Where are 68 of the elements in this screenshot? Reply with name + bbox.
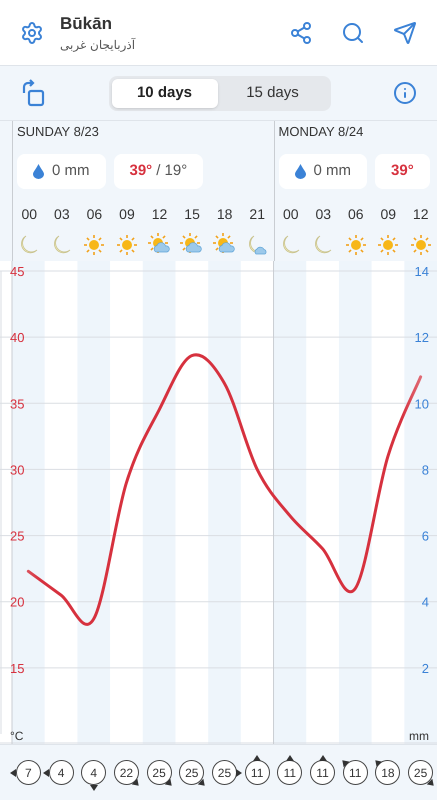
location-title: Būkān [60,12,113,35]
precipitation-unit: mm [409,729,429,743]
wind-speed: 25 [212,760,237,785]
precipitation-amount: 0 mm [314,160,352,181]
hour-label: 21 [249,204,265,224]
high-temperature: 39° [391,160,414,181]
hour-label: 09 [380,204,396,224]
temperature-axis-label: 30 [10,462,24,478]
sun-icon [344,233,368,257]
hour-label: 15 [184,204,200,224]
wind-speed: 18 [375,760,400,785]
temperature-axis-label: 45 [10,264,24,279]
wind-speed: 25 [146,760,172,785]
settings-icon[interactable] [20,20,44,44]
day-label: SUNDAY 8/23 [16,123,100,141]
low-temperature: / 19° [156,160,188,181]
wind-speed: 25 [408,760,434,785]
precipitation-axis-label: 2 [422,660,429,676]
temperature-axis-label: 40 [10,330,24,346]
range-tab[interactable]: 10 days [112,78,218,108]
precipitation-amount: 0 mm [52,160,90,181]
navigation-arrow-icon[interactable] [393,20,417,44]
rotate-screen-icon[interactable] [20,79,46,107]
precipitation-axis-label: 12 [414,330,429,346]
location-subtitle: آذربایجان غربی [60,37,136,54]
wind-speed: 11 [310,760,336,785]
hour-label: 03 [315,204,332,224]
hour-label: 12 [152,204,168,224]
hour-label: 18 [216,204,232,224]
raindrop-icon [33,164,44,178]
temperature-axis-label: 15 [10,660,24,676]
high-temperature: 39° [130,160,152,181]
range-tab[interactable]: 15 days [218,78,328,108]
precipitation-axis-label: 8 [422,462,429,478]
raindrop-icon [294,164,306,178]
temperature-axis-label: 25 [10,528,24,544]
wind-speed: 11 [342,760,368,785]
temperature-unit: °C [10,729,24,743]
hour-label: 09 [119,204,135,224]
precipitation-axis-label: 14 [414,264,429,279]
sun-icon [408,233,433,257]
sun-icon [376,233,400,257]
wind-speed: 25 [179,760,204,785]
hour-label: 06 [348,204,364,224]
day-label: MONDAY 8/24 [278,123,364,141]
precipitation-axis-label: 10 [414,396,429,412]
hour-label: 00 [282,204,299,224]
wind-speed: 4 [81,760,106,785]
wind-speed: 22 [114,760,139,785]
hour-label: 12 [412,204,428,224]
precipitation-axis-label: 4 [422,594,429,610]
wind-direction-icon [197,778,208,788]
temperature-axis-label: 35 [10,396,24,412]
precipitation-axis-label: 6 [422,528,429,544]
hour-label: 00 [21,204,38,224]
wind-direction-icon [426,778,436,788]
wind-speed: 11 [244,760,270,785]
search-icon[interactable] [341,20,365,44]
wind-speed: 11 [277,760,302,785]
wind-speed: 4 [48,760,74,785]
info-icon[interactable] [393,81,417,105]
hour-label: 06 [86,204,102,224]
hour-label: 03 [54,204,70,224]
sun-icon [82,233,106,257]
temperature-axis-label: 20 [10,594,24,610]
wind-speed: 7 [16,760,41,785]
share-icon[interactable] [289,20,313,44]
sun-icon [114,233,139,257]
